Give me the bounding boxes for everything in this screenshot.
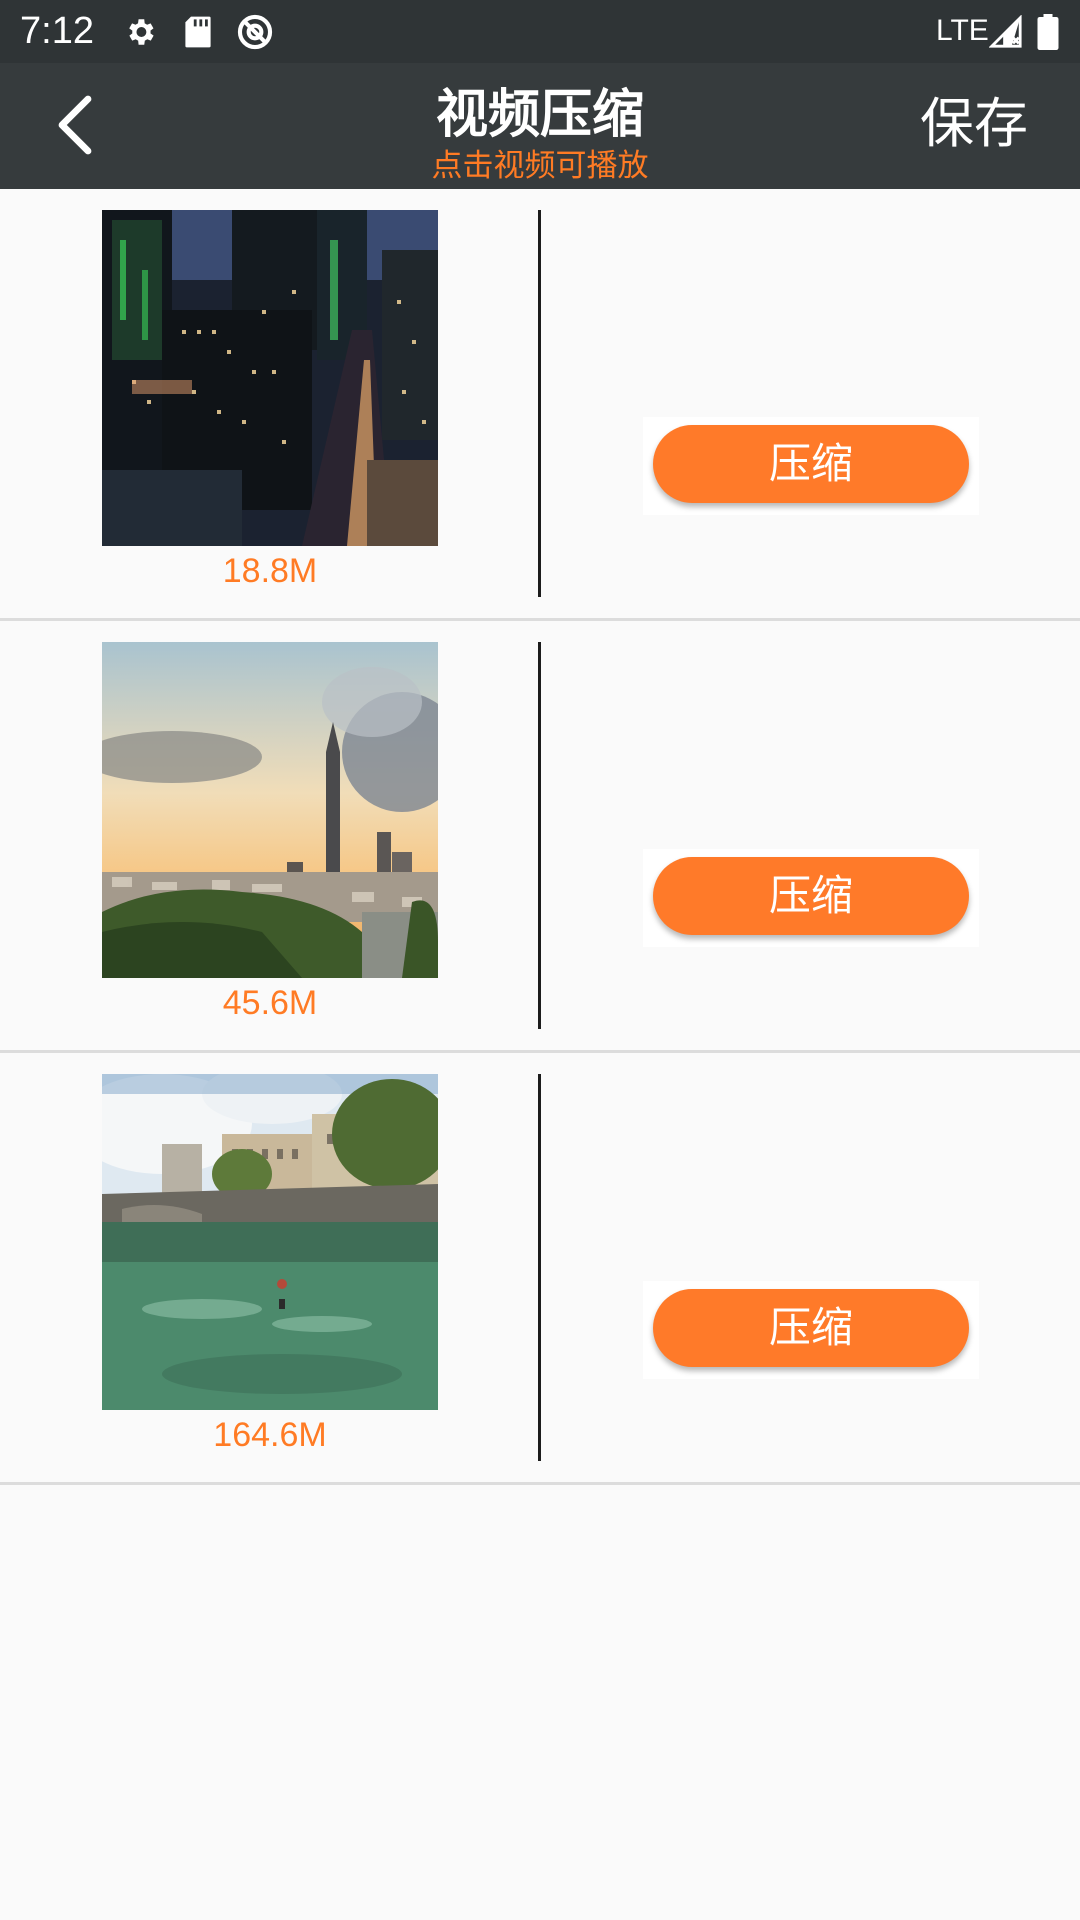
compress-button-container: 压缩 — [643, 849, 979, 947]
status-time: 7:12 — [20, 10, 94, 52]
compress-button-container: 压缩 — [643, 417, 979, 515]
page-title: 视频压缩 — [435, 85, 644, 145]
video-row: 45.6M 压缩 — [0, 621, 1080, 1053]
row-divider — [538, 642, 541, 1029]
row-divider — [538, 210, 541, 597]
video-size-label: 164.6M — [213, 1416, 327, 1454]
video-row: 164.6M 压缩 — [0, 1053, 1080, 1485]
row-divider — [538, 1074, 541, 1461]
video-size-label: 18.8M — [222, 552, 318, 590]
video-size-label: 45.6M — [222, 984, 318, 1022]
network-type-label: LTE — [936, 14, 989, 47]
compress-button[interactable]: 压缩 — [653, 425, 969, 503]
page-subtitle: 点击视频可播放 — [431, 148, 649, 184]
save-button[interactable]: 保存 — [920, 91, 1028, 157]
video-row: 18.8M 压缩 — [0, 189, 1080, 621]
battery-icon — [1034, 12, 1062, 52]
at-sign-icon — [234, 12, 276, 52]
compress-button-container: 压缩 — [643, 1281, 979, 1379]
compress-button[interactable]: 压缩 — [653, 857, 969, 935]
compress-button[interactable]: 压缩 — [653, 1289, 969, 1367]
signal-icon — [988, 12, 1024, 52]
app-bar: 视频压缩 点击视频可播放 保存 — [0, 63, 1080, 189]
video-thumbnail[interactable] — [102, 1074, 438, 1410]
status-bar: 7:12 LTE — [0, 0, 1080, 63]
video-thumbnail[interactable] — [102, 642, 438, 978]
settings-icon — [120, 12, 160, 52]
sd-card-icon — [180, 12, 216, 52]
video-thumbnail[interactable] — [102, 210, 438, 546]
video-list: 18.8M 压缩 45.6M 压缩 164.6M 压缩 — [0, 189, 1080, 1485]
